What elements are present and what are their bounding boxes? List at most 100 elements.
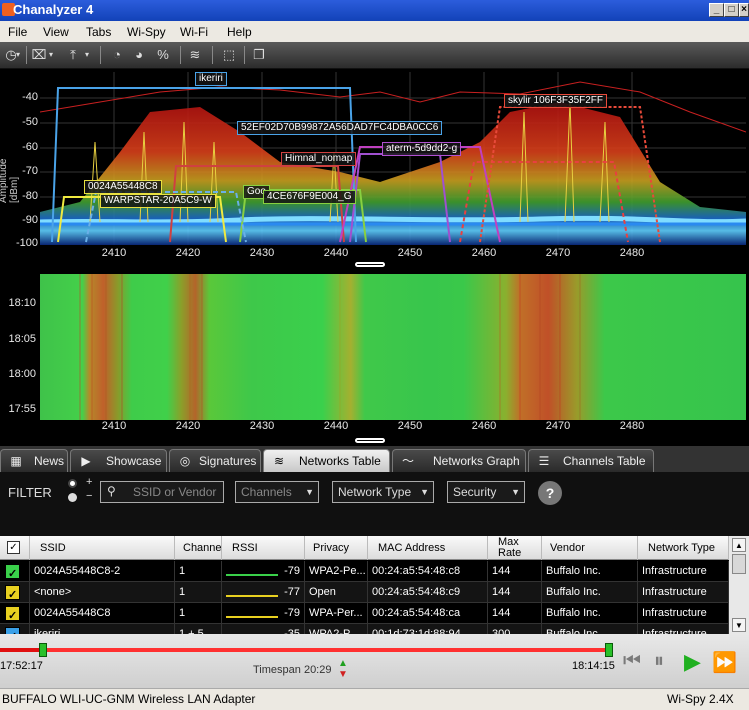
networks-table: ✓ SSID Channel RSSI Privacy MAC Address … — [0, 536, 749, 634]
cell-vendor: Buffalo Inc. — [542, 561, 638, 582]
y-tick: 18:05 — [8, 333, 36, 345]
close-button[interactable]: × — [739, 3, 749, 17]
network-type-dropdown[interactable]: Network Type ▼ — [332, 481, 434, 503]
cell-max: 144 — [488, 582, 542, 603]
scroll-thumb[interactable] — [732, 554, 746, 574]
row-checkbox[interactable]: ✓ — [5, 585, 20, 601]
speed-icon[interactable]: ◕ — [128, 45, 150, 65]
col-mac-address[interactable]: MAC Address — [368, 536, 488, 560]
search-input[interactable]: ⚲ SSID or Vendor — [100, 481, 224, 503]
x-tick: 2430 — [249, 420, 275, 432]
menu-view[interactable]: View — [43, 25, 69, 39]
selection-icon[interactable]: ⬚ — [218, 45, 240, 65]
x-tick: 2440 — [323, 247, 349, 259]
device-status: Wi-Spy 2.4X — [667, 692, 734, 706]
check-icon: ✓ — [8, 568, 18, 580]
network-label[interactable]: ikeriri — [195, 72, 227, 86]
pause-icon[interactable]: ⏸ — [654, 650, 664, 673]
vertical-scrollbar[interactable]: ▲ ▼ — [729, 536, 749, 634]
upload-icon[interactable]: ⤒ — [62, 45, 84, 65]
y-tick: -80 — [22, 190, 38, 202]
window-icon[interactable]: ❐ — [248, 45, 270, 65]
splitter-handle[interactable] — [355, 262, 385, 267]
timeline-start-handle[interactable] — [39, 643, 47, 657]
network-label[interactable]: skylir 106F3F35F2FF — [504, 94, 608, 108]
menu-help[interactable]: Help — [227, 25, 252, 39]
maximize-button[interactable]: □ — [724, 3, 739, 17]
dropdown-arrow-icon[interactable]: ▾ — [82, 45, 92, 65]
table-row[interactable]: ✓ 0024A55448C8-2 1 -79 WPA2-Pe... 00:24:a5:54… — [0, 561, 729, 582]
cell-vendor: Buffalo Inc. — [542, 624, 638, 634]
waterfall-noise — [79, 274, 581, 420]
fast-forward-icon[interactable]: ⏩ — [712, 650, 737, 675]
menu-tabs[interactable]: Tabs — [86, 25, 111, 39]
exclude-radio[interactable] — [68, 493, 77, 502]
menu-wi-fi[interactable]: Wi-Fi — [180, 25, 208, 39]
col-privacy[interactable]: Privacy — [305, 536, 368, 560]
wifi-icon[interactable]: ≋ — [184, 45, 206, 65]
tab-networks-graph[interactable]: 〜 Networks Graph — [392, 449, 526, 472]
col-vendor[interactable]: Vendor — [542, 536, 638, 560]
col-channel[interactable]: Channel — [175, 536, 222, 560]
menu-wi-spy[interactable]: Wi-Spy — [127, 25, 166, 39]
timespan-down-icon[interactable]: ▼ — [338, 669, 348, 680]
network-label[interactable]: aterm-5d9dd2-g — [382, 142, 462, 156]
splitter-handle[interactable] — [355, 438, 385, 443]
tab-channels-table[interactable]: ☰ Channels Table — [528, 449, 654, 472]
tab-news[interactable]: ▦ News — [0, 449, 68, 472]
tab-networks-table[interactable]: ≋ Networks Table — [263, 449, 390, 472]
col-max-rate[interactable]: Max Rate — [488, 536, 542, 560]
cell-type: Infrastructure — [638, 624, 729, 634]
help-button[interactable]: ? — [538, 481, 562, 505]
cell-vendor: Buffalo Inc. — [542, 603, 638, 624]
row-checkbox[interactable]: ✓ — [5, 627, 20, 634]
adapter-status: BUFFALO WLI-UC-GNM Wireless LAN Adapter — [2, 692, 256, 706]
network-label[interactable]: 4CE676F9E004_G — [263, 190, 356, 204]
chevron-down-icon: ▼ — [305, 487, 314, 497]
col-rssi[interactable]: RSSI — [222, 536, 305, 560]
network-label[interactable]: Himnal_nomap — [281, 152, 357, 166]
percent-button[interactable]: % — [152, 45, 174, 65]
graph-icon: 〜 — [401, 454, 414, 468]
include-radio[interactable] — [68, 479, 77, 488]
network-label[interactable]: 0024A55448C8 — [84, 180, 162, 194]
y-tick: 18:10 — [8, 297, 36, 309]
scroll-down-icon[interactable]: ▼ — [732, 618, 746, 632]
network-label[interactable]: WARPSTAR-20A5C9-W — [100, 194, 216, 208]
dropdown-arrow-icon[interactable]: ▾ — [13, 45, 23, 65]
cell-rssi: -79 — [222, 603, 305, 624]
col-network-type[interactable]: Network Type — [638, 536, 729, 560]
waterfall-view[interactable]: 18:10 18:05 18:00 17:55 2410 2420 2430 2… — [0, 270, 749, 443]
scroll-up-icon[interactable]: ▲ — [732, 538, 746, 552]
network-label[interactable]: 52EF02D70B99872A56DAD7FC4DBA0CC6 — [237, 121, 443, 135]
y-axis-title: Amplitude [dBm] — [0, 158, 20, 203]
window-title: Chanalyzer 4 — [13, 2, 94, 17]
col-ssid[interactable]: SSID — [30, 536, 175, 560]
cell-type: Infrastructure — [638, 582, 729, 603]
timeline-end-handle[interactable] — [605, 643, 613, 657]
search-placeholder: SSID or Vendor — [133, 485, 217, 499]
row-checkbox[interactable]: ✓ — [5, 606, 20, 622]
channels-dropdown[interactable]: Channels ▼ — [235, 481, 319, 503]
minimize-button[interactable]: _ — [709, 3, 724, 17]
table-row[interactable]: ✓ 0024A55448C8 1 -79 WPA-Per... 00:24:a5:54:4… — [0, 603, 729, 624]
menu-file[interactable]: File — [8, 25, 27, 39]
row-checkbox-cell: ✓ — [0, 561, 30, 582]
spectrum-view[interactable]: Amplitude [dBm] -40 -50 -60 -70 -80 -90 … — [0, 69, 749, 269]
timeline-selection — [43, 648, 609, 652]
row-checkbox[interactable]: ✓ — [5, 564, 20, 580]
cell-ssid: ikeriri — [30, 624, 175, 634]
play-icon[interactable]: ▶ — [684, 649, 701, 675]
timespan-up-icon[interactable]: ▲ — [338, 658, 348, 669]
select-all-checkbox[interactable]: ✓ — [7, 541, 20, 554]
skip-back-icon[interactable]: ⏮ — [623, 650, 641, 673]
wifi-icon: ≋ — [273, 454, 285, 468]
gauge-icon[interactable]: ◔ — [106, 45, 128, 65]
tab-signatures[interactable]: ◎ Signatures — [169, 449, 261, 472]
tab-showcase[interactable]: ▶ Showcase — [70, 449, 167, 472]
table-row[interactable]: ✓ ikeriri1 + 5-35WPA2-P...00:1d:73:1d:88:… — [0, 624, 729, 634]
x-tick: 2450 — [397, 247, 423, 259]
security-dropdown[interactable]: Security ▼ — [447, 481, 525, 503]
dropdown-arrow-icon[interactable]: ▾ — [46, 45, 56, 65]
table-row[interactable]: ✓ <none> 1 -77 Open 00:24:a5:54:48:c9 144 Buffa… — [0, 582, 729, 603]
